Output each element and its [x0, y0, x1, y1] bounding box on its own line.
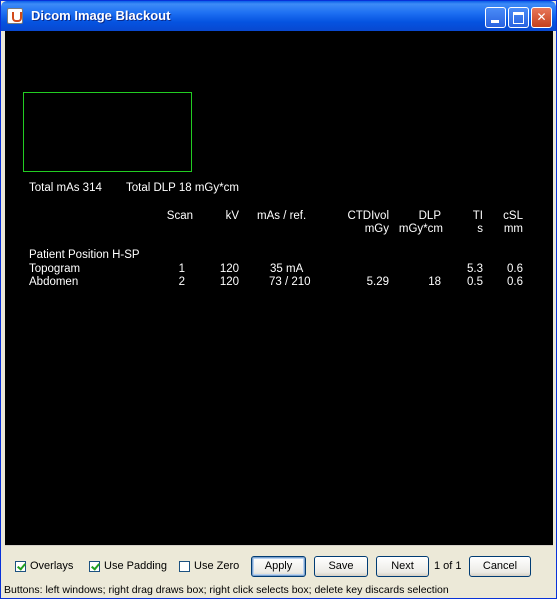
use-zero-label: Use Zero [194, 560, 240, 572]
row-csl: 0.6 [507, 276, 523, 288]
checkbox-empty-icon [179, 560, 190, 572]
cancel-button[interactable]: Cancel [469, 556, 531, 577]
row-mas: 73 / 210 [269, 276, 311, 288]
overlays-label: Overlays [30, 560, 74, 572]
header-ti: TI [472, 210, 483, 222]
checkbox-check-icon [15, 560, 26, 572]
use-padding-label: Use Padding [104, 560, 167, 572]
next-button[interactable]: Next [376, 556, 429, 577]
use-padding-checkbox[interactable]: Use Padding [89, 560, 167, 572]
row-mas: 35 mA [270, 263, 304, 275]
patient-position: Patient Position H-SP [29, 249, 140, 261]
minimize-icon [491, 20, 499, 23]
close-icon: ✕ [536, 10, 547, 24]
control-bar: Overlays Use Padding Use Zero Apply Save… [5, 545, 553, 582]
checkbox-check-icon [89, 560, 100, 572]
page-indicator: 1 of 1 [434, 560, 462, 572]
save-button[interactable]: Save [314, 556, 368, 577]
row-scan: 2 [178, 276, 185, 288]
image-canvas[interactable]: Total mAs 314 Total DLP 18 mGy*cm Scan k… [5, 31, 553, 545]
java-icon [7, 8, 23, 24]
apply-button[interactable]: Apply [251, 556, 306, 577]
header-mas: mAs / ref. [257, 210, 307, 222]
blackout-selection-box[interactable] [23, 92, 192, 172]
header-ctdi-unit: mGy [364, 223, 389, 235]
window-title: Dicom Image Blackout [31, 8, 171, 23]
title-bar[interactable]: Dicom Image Blackout ✕ [1, 1, 556, 31]
header-dlp: DLP [418, 210, 441, 222]
header-kv: kV [225, 210, 239, 222]
row-dlp: 18 [428, 276, 441, 288]
total-dlp: Total DLP 18 mGy*cm [126, 182, 239, 194]
row-ctdi: 5.29 [366, 276, 389, 288]
maximize-button[interactable] [508, 7, 529, 28]
header-csl-unit: mm [503, 223, 523, 235]
app-window: Dicom Image Blackout ✕ Total mAs 314 Tot… [0, 0, 557, 599]
overlays-checkbox[interactable]: Overlays [15, 560, 73, 572]
minimize-button[interactable] [485, 7, 506, 28]
header-ctdi: CTDIvol [347, 210, 389, 222]
row-ti: 0.5 [467, 276, 483, 288]
header-csl: cSL [503, 210, 523, 222]
row-ti: 5.3 [467, 263, 483, 275]
maximize-icon [513, 12, 524, 24]
header-ti-unit: s [477, 223, 483, 235]
row-csl: 0.6 [507, 263, 523, 275]
row-kv: 120 [219, 263, 239, 275]
row-name: Abdomen [29, 276, 79, 288]
row-scan: 1 [178, 263, 185, 275]
status-help-text: Buttons: left windows; right drag draws … [4, 584, 449, 596]
header-scan: Scan [166, 210, 193, 222]
close-button[interactable]: ✕ [531, 7, 552, 28]
row-kv: 120 [219, 276, 239, 288]
header-dlp-unit: mGy*cm [398, 223, 443, 235]
total-mas: Total mAs 314 [29, 182, 102, 194]
row-name: Topogram [29, 263, 81, 275]
use-zero-checkbox[interactable]: Use Zero [179, 560, 239, 572]
